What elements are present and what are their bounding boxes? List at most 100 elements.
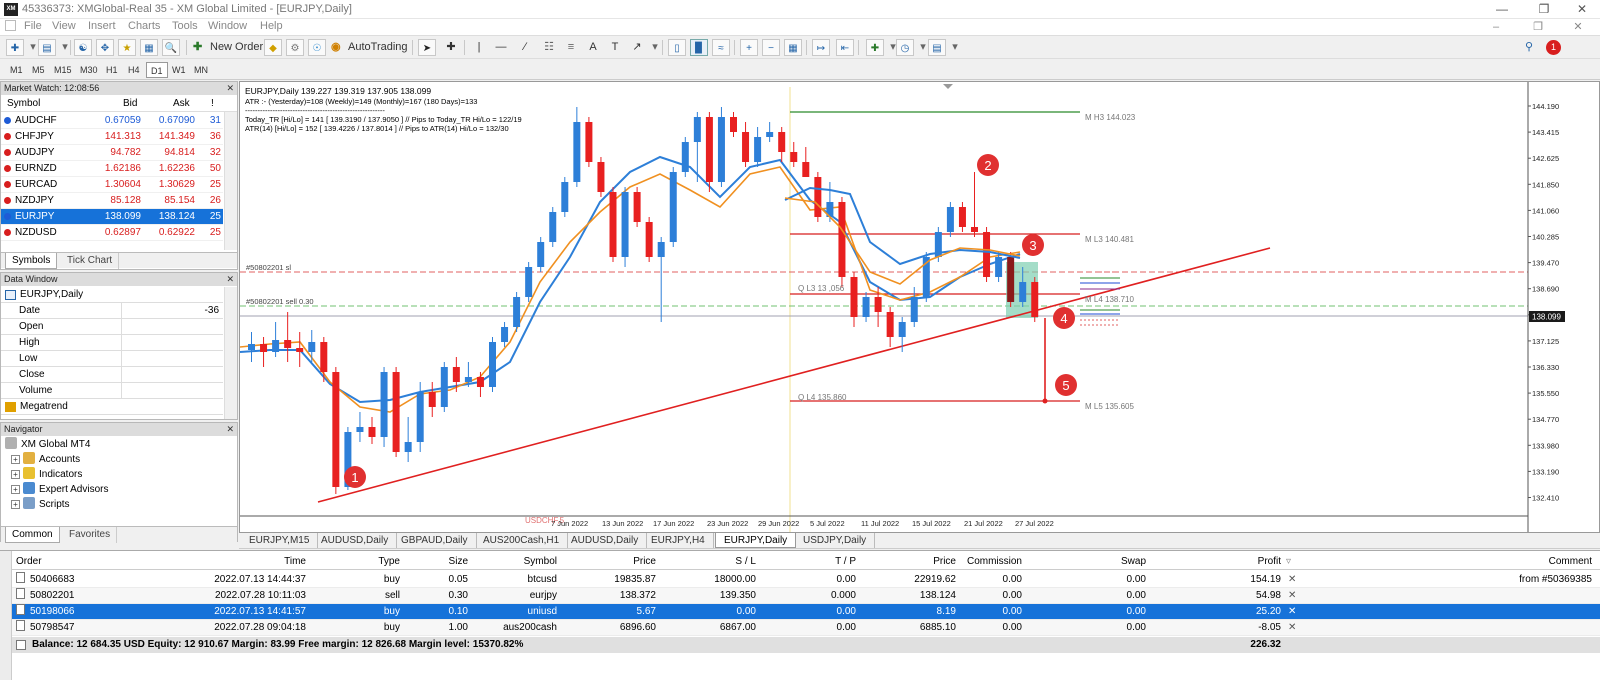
timeframe-m15[interactable]: M15: [50, 62, 76, 78]
trade-row[interactable]: 50406683 2022.07.13 14:44:37 buy 0.05 btcusd…: [0, 572, 1600, 588]
autotrading-button[interactable]: ◉ AutoTrading: [330, 39, 411, 56]
timeframe-m1[interactable]: M1: [6, 62, 27, 78]
chart-shift-icon[interactable]: ⇤: [836, 39, 854, 56]
timeframe-h1[interactable]: H1: [102, 62, 122, 78]
market-watch-row[interactable]: NZDUSD 0.62897 0.62922 25: [1, 225, 223, 241]
tab-favorites[interactable]: Favorites: [63, 527, 118, 543]
order-sl[interactable]: 6867.00: [686, 620, 756, 636]
profiles-icon[interactable]: ▤: [38, 39, 56, 56]
navigator-close-icon[interactable]: ✕: [226, 423, 234, 436]
text-label-icon[interactable]: T: [606, 39, 624, 56]
col-sl[interactable]: S / L: [696, 553, 756, 570]
order-tp[interactable]: 0.00: [786, 620, 856, 636]
templates-icon[interactable]: ▤: [928, 39, 946, 56]
chart-tab[interactable]: AUDUSD,Daily: [563, 533, 648, 548]
trade-row[interactable]: 50198066 2022.07.13 14:41:57 buy 0.10 uniusd…: [0, 604, 1600, 620]
line-chart-icon[interactable]: ≈: [712, 39, 730, 56]
nav-scripts[interactable]: + Scripts: [11, 497, 70, 512]
tab-common[interactable]: Common: [5, 527, 60, 543]
menu-view[interactable]: View: [52, 20, 76, 32]
chart-restore-icon[interactable]: ❐: [1526, 19, 1550, 35]
zoom-in-icon[interactable]: +: [740, 39, 758, 56]
col-symbol[interactable]: Symbol: [7, 96, 40, 112]
order-sl[interactable]: 18000.00: [686, 572, 756, 588]
col-price-current[interactable]: Price: [896, 553, 956, 570]
close-order-icon[interactable]: ✕: [1288, 620, 1296, 636]
order-tp[interactable]: 0.00: [786, 604, 856, 620]
chart-canvas[interactable]: EURJPY,Daily 139.227 139.319 137.905 138…: [239, 82, 1599, 532]
col-commission[interactable]: Commission: [960, 553, 1022, 570]
market-watch-row[interactable]: EURCAD 1.30604 1.30629 25: [1, 177, 223, 193]
new-order-button[interactable]: ✚ New Order: [192, 39, 266, 56]
order-sl[interactable]: 0.00: [686, 604, 756, 620]
nav-root[interactable]: XM Global MT4: [5, 437, 90, 452]
nav-indicators[interactable]: + Indicators: [11, 467, 82, 482]
menu-insert[interactable]: Insert: [88, 20, 116, 32]
chart-minimize-icon[interactable]: –: [1484, 19, 1508, 35]
tile-windows-icon[interactable]: ▦: [784, 39, 802, 56]
metaeditor-icon[interactable]: ◆: [264, 39, 282, 56]
close-order-icon[interactable]: ✕: [1288, 572, 1296, 588]
close-order-icon[interactable]: ✕: [1288, 604, 1296, 620]
col-ask[interactable]: Ask: [173, 96, 190, 112]
trendline-icon[interactable]: ∕: [516, 39, 534, 56]
chart-tab[interactable]: EURJPY,Daily: [715, 533, 797, 548]
terminal-side-strip[interactable]: [0, 551, 12, 680]
chart-tab[interactable]: AUDUSD,Daily: [313, 533, 398, 548]
chart-close-icon[interactable]: ✕: [1566, 19, 1590, 35]
restore-icon[interactable]: ❐: [1530, 1, 1558, 17]
new-chart-icon[interactable]: ✚: [6, 39, 24, 56]
menu-charts[interactable]: Charts: [128, 20, 160, 32]
close-order-icon[interactable]: ✕: [1288, 588, 1296, 604]
text-icon[interactable]: A: [584, 39, 602, 56]
menu-tools[interactable]: Tools: [172, 20, 198, 32]
market-watch-row[interactable]: NZDJPY 85.128 85.154 26: [1, 193, 223, 209]
chart-tab[interactable]: GBPAUD,Daily: [393, 533, 477, 548]
col-symbol[interactable]: Symbol: [497, 553, 557, 570]
options-icon[interactable]: ⚙: [286, 39, 304, 56]
nav-accounts[interactable]: + Accounts: [11, 452, 80, 467]
col-size[interactable]: Size: [418, 553, 468, 570]
signals-icon[interactable]: ☉: [308, 39, 326, 56]
timeframe-h4[interactable]: H4: [124, 62, 144, 78]
vertical-line-icon[interactable]: |: [470, 39, 488, 56]
tab-tick-chart[interactable]: Tick Chart: [61, 253, 120, 269]
bar-chart-icon[interactable]: ▯: [668, 39, 686, 56]
col-order[interactable]: Order: [16, 553, 42, 570]
col-profit[interactable]: Profit: [1226, 553, 1281, 570]
market-watch-row[interactable]: CHFJPY 141.313 141.349 36: [1, 129, 223, 145]
search-icon[interactable]: ⚲: [1520, 39, 1538, 56]
candlestick-icon[interactable]: ▉: [690, 39, 708, 56]
col-spread[interactable]: !: [211, 96, 214, 112]
notification-badge[interactable]: 1: [1546, 40, 1561, 55]
trade-row[interactable]: 50798547 2022.07.28 09:04:18 buy 1.00 aus200…: [0, 620, 1600, 636]
chart-menu-icon[interactable]: [5, 20, 16, 31]
market-watch-row[interactable]: AUDJPY 94.782 94.814 32: [1, 145, 223, 161]
close-icon[interactable]: ✕: [1568, 1, 1596, 17]
timeframe-d1[interactable]: D1: [146, 62, 168, 78]
chart-tab[interactable]: AUS200Cash,H1: [475, 533, 569, 548]
market-watch-row[interactable]: EURNZD 1.62186 1.62236 50: [1, 161, 223, 177]
chart-tab[interactable]: USDJPY,Daily: [795, 533, 876, 548]
tab-symbols[interactable]: Symbols: [5, 253, 58, 269]
navigator-icon[interactable]: ★: [118, 39, 136, 56]
timeframe-mn[interactable]: MN: [190, 62, 212, 78]
menu-help[interactable]: Help: [260, 20, 283, 32]
zoom-out-icon[interactable]: −: [762, 39, 780, 56]
data-window-icon[interactable]: ✥: [96, 39, 114, 56]
market-watch-icon[interactable]: ☯: [74, 39, 92, 56]
autoscroll-icon[interactable]: ↦: [812, 39, 830, 56]
market-watch-close-icon[interactable]: ✕: [226, 82, 234, 95]
profit-sort-icon[interactable]: ▿: [1286, 553, 1291, 570]
market-watch-row[interactable]: EURJPY 138.099 138.124 25: [1, 209, 223, 225]
order-tp[interactable]: 0.00: [786, 572, 856, 588]
menu-file[interactable]: File: [24, 20, 42, 32]
data-window-scrollbar[interactable]: [224, 287, 237, 419]
col-price[interactable]: Price: [596, 553, 656, 570]
crosshair-icon[interactable]: ✚: [442, 39, 460, 56]
cursor-icon[interactable]: ➤: [418, 39, 436, 56]
market-watch-row[interactable]: AUDCHF 0.67059 0.67090 31: [1, 113, 223, 129]
col-swap[interactable]: Swap: [1086, 553, 1146, 570]
data-window-close-icon[interactable]: ✕: [226, 273, 234, 286]
strategy-tester-icon[interactable]: 🔍: [162, 39, 180, 56]
